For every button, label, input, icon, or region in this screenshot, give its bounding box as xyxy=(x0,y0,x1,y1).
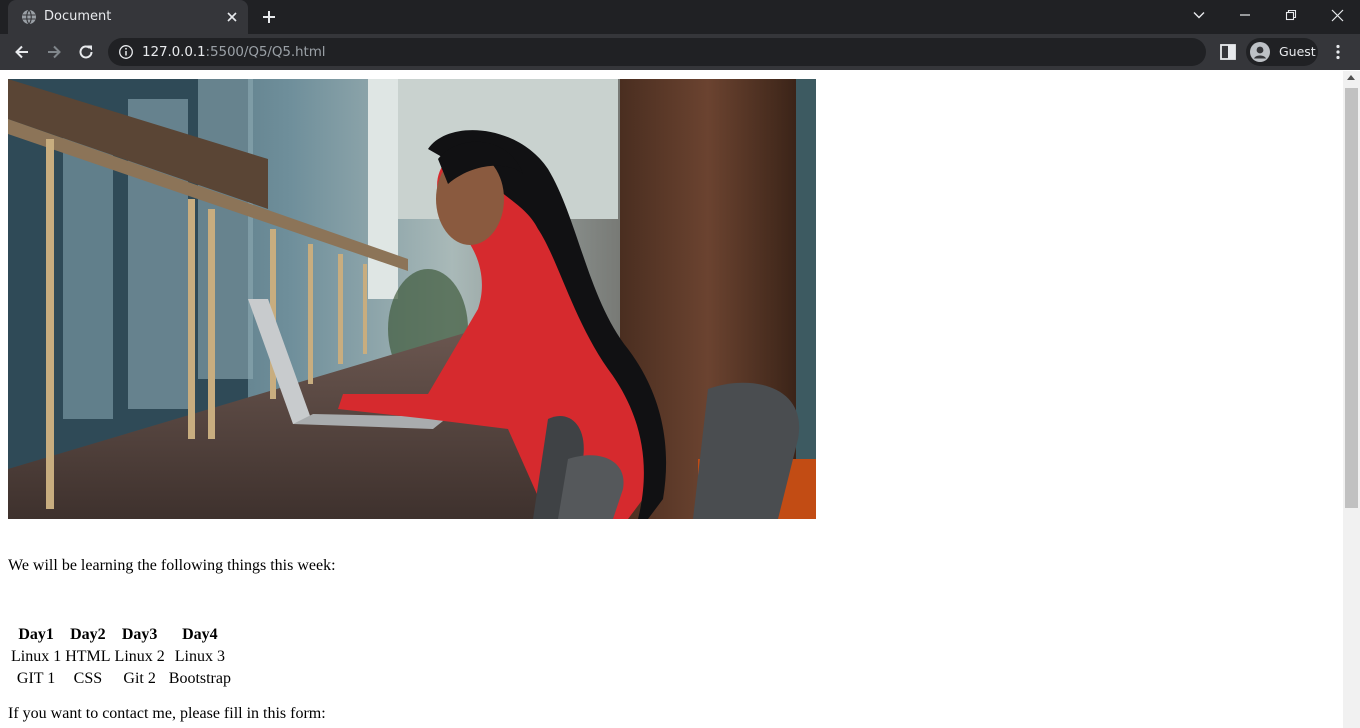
table-header-row: Day1 Day2 Day3 Day4 xyxy=(10,625,232,645)
schedule-table: Day1 Day2 Day3 Day4 Linux 1 HTML Linux 2… xyxy=(8,623,234,691)
vertical-scrollbar[interactable] xyxy=(1343,71,1360,728)
page-content: We will be learning the following things… xyxy=(8,79,816,723)
table-cell: Linux 3 xyxy=(174,648,225,665)
table-cell: HTML xyxy=(65,648,111,665)
table-header-cell: Day1 xyxy=(18,626,54,643)
info-icon[interactable] xyxy=(118,44,134,60)
reload-button[interactable] xyxy=(74,40,98,64)
table-cell: Bootstrap xyxy=(168,670,231,687)
back-button[interactable] xyxy=(10,40,34,64)
table-header-cell: Day4 xyxy=(182,626,218,643)
window-close-icon xyxy=(1331,9,1343,21)
url-host: 127.0.0.1 xyxy=(142,44,206,60)
restore-button[interactable] xyxy=(1268,0,1314,30)
forward-button[interactable] xyxy=(42,40,66,64)
tab-strip: Document xyxy=(0,0,1360,34)
profile-label: Guest xyxy=(1279,44,1316,59)
url-text[interactable]: 127.0.0.1:5500/Q5/Q5.html xyxy=(142,44,325,60)
profile-button[interactable]: Guest xyxy=(1246,38,1318,66)
tab-search-button[interactable] xyxy=(1176,0,1222,30)
page-viewport: We will be learning the following things… xyxy=(0,71,1343,728)
table-row: Linux 1 HTML Linux 2 Linux 3 xyxy=(10,647,232,667)
table-cell: Linux 2 xyxy=(114,648,165,665)
avatar-icon xyxy=(1250,42,1270,62)
globe-icon xyxy=(22,9,36,25)
scrollbar-thumb[interactable] xyxy=(1345,88,1358,508)
table-header-cell: Day2 xyxy=(70,626,106,643)
table-cell: GIT 1 xyxy=(16,670,56,687)
kebab-menu-icon[interactable] xyxy=(1328,42,1348,62)
chevron-down-icon xyxy=(1193,12,1205,19)
address-bar[interactable]: 127.0.0.1:5500/Q5/Q5.html xyxy=(108,38,1206,66)
intro-text: We will be learning the following things… xyxy=(8,557,336,574)
browser-toolbar: 127.0.0.1:5500/Q5/Q5.html Guest xyxy=(0,34,1360,70)
minimize-button[interactable] xyxy=(1222,0,1268,30)
restore-icon xyxy=(1285,9,1297,21)
back-icon xyxy=(15,45,28,59)
reload-icon xyxy=(79,45,93,59)
side-panel-icon[interactable] xyxy=(1218,42,1238,62)
tab-document[interactable]: Document xyxy=(8,0,248,34)
table-cell: CSS xyxy=(73,670,103,687)
scroll-up-arrow-icon[interactable] xyxy=(1347,75,1355,80)
hero-image xyxy=(8,79,816,519)
table-cell: Git 2 xyxy=(123,670,156,687)
contact-text: If you want to contact me, please fill i… xyxy=(8,705,326,722)
table-row: GIT 1 CSS Git 2 Bootstrap xyxy=(10,669,232,689)
close-icon[interactable] xyxy=(224,9,240,25)
table-cell: Linux 1 xyxy=(11,648,62,665)
url-path: :5500/Q5/Q5.html xyxy=(205,44,326,60)
table-header-cell: Day3 xyxy=(121,626,158,643)
forward-icon xyxy=(48,45,61,59)
tab-title: Document xyxy=(44,9,112,24)
minimize-icon xyxy=(1240,14,1250,16)
plus-icon[interactable] xyxy=(260,8,278,26)
window-close-button[interactable] xyxy=(1314,0,1360,30)
